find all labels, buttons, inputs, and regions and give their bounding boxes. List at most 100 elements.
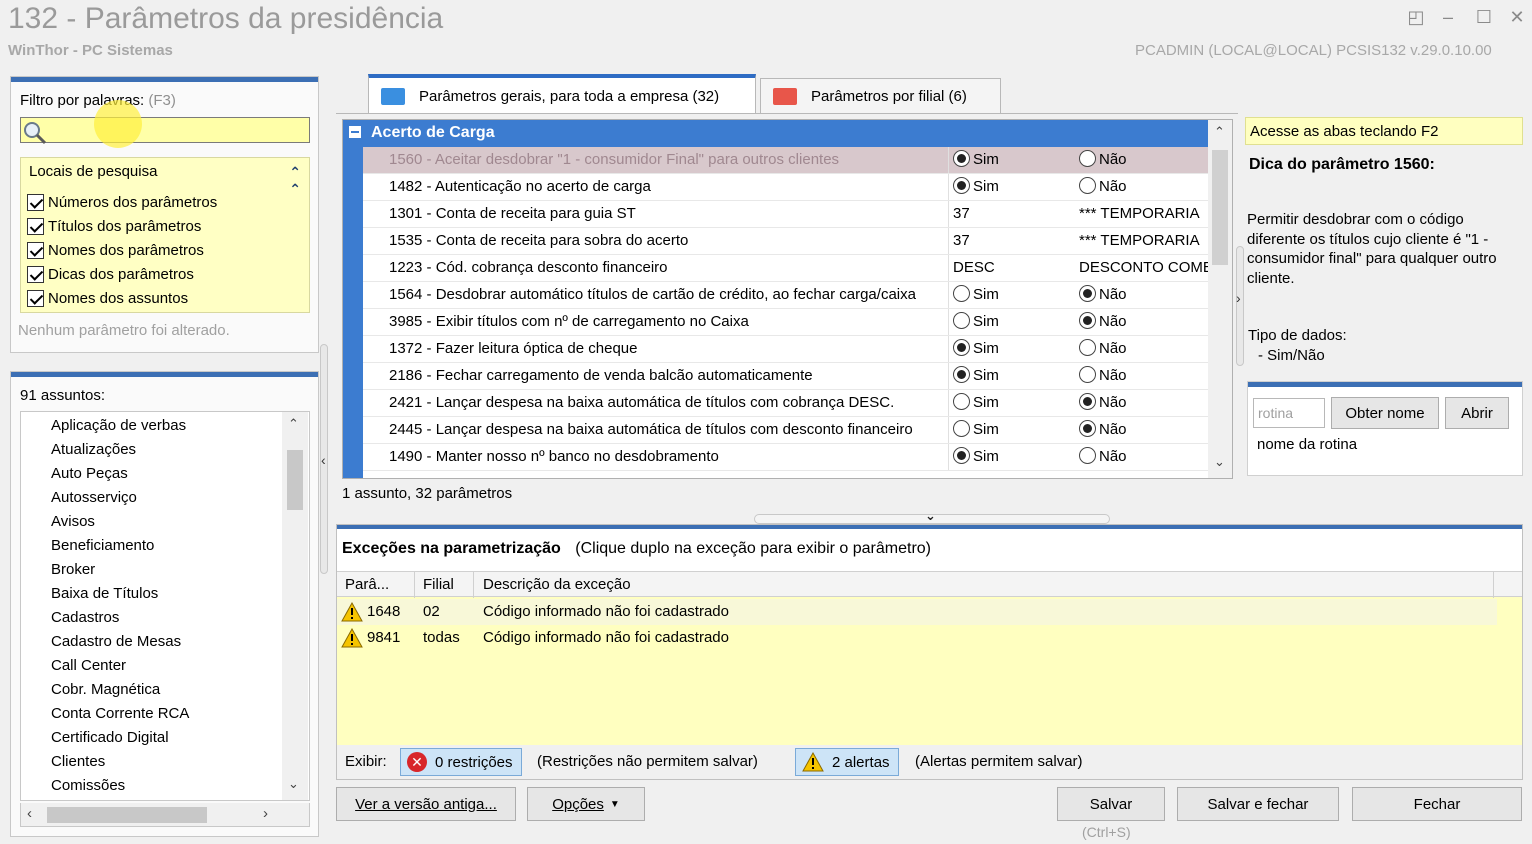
collapse-bottom-icon[interactable]: ⌄ [925, 508, 936, 524]
restrictions-toggle[interactable]: ✕ 0 restrições [400, 748, 522, 776]
radio-button[interactable] [1079, 285, 1096, 302]
yes-option[interactable]: Sim [948, 444, 1073, 470]
scrollbar-thumb[interactable] [287, 450, 303, 510]
column-header[interactable]: Filial [423, 576, 454, 593]
checkbox-checked-icon[interactable] [27, 265, 44, 283]
right-splitter[interactable] [1236, 246, 1244, 366]
yes-option[interactable]: Sim [948, 282, 1073, 308]
parameter-row[interactable]: 1564 - Desdobrar automático títulos de c… [363, 282, 1208, 309]
scroll-up-icon[interactable]: ⌃ [288, 416, 299, 432]
subjects-horizontal-scrollbar[interactable]: ‹ › [20, 803, 310, 827]
yes-option[interactable]: Sim [948, 390, 1073, 416]
radio-button[interactable] [953, 177, 970, 194]
subject-item[interactable]: Avisos [51, 510, 95, 534]
collapse-icon[interactable]: ⌃ ⌃ [289, 164, 301, 198]
parameter-code[interactable]: 37 [948, 228, 1073, 254]
radio-button[interactable] [1079, 177, 1096, 194]
radio-button[interactable] [953, 447, 970, 464]
radio-button[interactable] [953, 150, 970, 167]
checkbox-checked-icon[interactable] [27, 193, 44, 211]
save-and-close-button[interactable]: Salvar e fechar [1177, 787, 1339, 821]
subjects-vertical-scrollbar[interactable]: ⌃ ⌄ [282, 412, 308, 800]
subject-item[interactable]: Baixa de Títulos [51, 582, 158, 606]
collapse-right-icon[interactable]: › [1236, 290, 1241, 306]
no-option[interactable]: Não [1075, 147, 1208, 173]
radio-button[interactable] [1079, 393, 1096, 410]
radio-button[interactable] [953, 420, 970, 437]
scrollbar-thumb[interactable] [1212, 150, 1228, 265]
scroll-right-icon[interactable]: › [263, 805, 268, 822]
subject-item[interactable]: Atualizações [51, 438, 136, 462]
parameter-row[interactable]: 1301 - Conta de receita para guia ST 37··… [363, 201, 1208, 228]
parameter-row[interactable]: 1490 - Manter nosso nº banco no desdobra… [363, 444, 1208, 471]
group-header[interactable]: Acerto de Carga [343, 120, 1208, 147]
no-option[interactable]: Não [1075, 444, 1208, 470]
subjects-list[interactable]: Aplicação de verbas Atualizações Auto Pe… [20, 411, 310, 801]
column-divider[interactable] [1493, 572, 1494, 598]
subject-item[interactable]: Conta Corrente RCA [51, 702, 189, 726]
filter-input[interactable] [20, 117, 310, 143]
get-name-button[interactable]: Obter nome [1331, 397, 1439, 429]
radio-button[interactable] [1079, 447, 1096, 464]
yes-option[interactable]: Sim [948, 309, 1073, 335]
parameter-code[interactable]: DESC [948, 255, 1073, 281]
tab-general-params[interactable]: Parâmetros gerais, para toda a empresa (… [368, 74, 756, 114]
collapse-left-icon[interactable]: ‹ [321, 452, 326, 468]
radio-button[interactable] [953, 393, 970, 410]
save-button[interactable]: Salvar [1057, 787, 1165, 821]
subject-item[interactable]: Aplicação de verbas [51, 414, 186, 438]
radio-button[interactable] [953, 339, 970, 356]
checkbox-checked-icon[interactable] [27, 217, 44, 235]
radio-button[interactable] [1079, 420, 1096, 437]
scroll-down-icon[interactable]: ⌄ [288, 776, 299, 792]
column-divider[interactable] [473, 572, 474, 598]
routine-input[interactable] [1253, 398, 1325, 428]
minimize-icon[interactable]: – [1436, 6, 1460, 28]
subject-item[interactable]: Autosserviço [51, 486, 137, 510]
radio-button[interactable] [953, 285, 970, 302]
checkbox-checked-icon[interactable] [27, 289, 44, 307]
subject-item[interactable]: Comissões [51, 774, 125, 798]
subject-item[interactable]: Call Center [51, 654, 126, 678]
bottom-splitter[interactable]: ⌄ [754, 508, 1110, 524]
column-header[interactable]: Descrição da exceção [483, 576, 631, 593]
collapse-group-icon[interactable] [349, 126, 361, 138]
parameter-row[interactable]: 1372 - Fazer leitura óptica de cheque Sim… [363, 336, 1208, 363]
no-option[interactable]: Não [1075, 417, 1208, 443]
parameters-grid[interactable]: Acerto de Carga 1560 - Aceitar desdobrar… [342, 119, 1233, 479]
close-icon[interactable]: ✕ [1505, 6, 1529, 28]
yes-option[interactable]: Sim [948, 147, 1073, 173]
subject-item[interactable]: Cadastro de Mesas [51, 630, 181, 654]
location-checkbox[interactable]: Títulos dos parâmetros [27, 215, 201, 237]
exception-row[interactable]: 1648 02 Código informado não foi cadastr… [337, 599, 1497, 625]
radio-button[interactable] [1079, 366, 1096, 383]
no-option[interactable]: Não [1075, 174, 1208, 200]
parameter-row[interactable]: 1223 - Cód. cobrança desconto financeiro… [363, 255, 1208, 282]
old-version-button[interactable]: Ver a versão antiga... [336, 787, 516, 821]
parameter-row[interactable]: 1482 - Autenticação no acerto de carga Si… [363, 174, 1208, 201]
radio-button[interactable] [1079, 312, 1096, 329]
radio-button[interactable] [1079, 150, 1096, 167]
scrollbar-thumb[interactable] [47, 807, 207, 823]
exceptions-table[interactable]: Parâ... Filial Descrição da exceção 1648… [337, 571, 1522, 745]
scroll-up-icon[interactable]: ⌃ [1214, 124, 1225, 140]
no-option[interactable]: Não [1075, 390, 1208, 416]
radio-button[interactable] [953, 312, 970, 329]
subject-item[interactable]: Clientes [51, 750, 105, 774]
column-header[interactable]: Parâ... [345, 576, 389, 593]
subject-item[interactable]: Auto Peças [51, 462, 128, 486]
parameter-row[interactable]: 2445 - Lançar despesa na baixa automátic… [363, 417, 1208, 444]
no-option[interactable]: Não [1075, 309, 1208, 335]
no-option[interactable]: Não [1075, 282, 1208, 308]
subject-item[interactable]: Cobr. Magnética [51, 678, 160, 702]
subject-item[interactable]: Broker [51, 558, 95, 582]
subject-item[interactable]: Beneficiamento [51, 534, 154, 558]
parameter-row[interactable]: 1560 - Aceitar desdobrar "1 - consumidor… [363, 147, 1208, 174]
location-checkbox[interactable]: Nomes dos assuntos [27, 287, 188, 309]
no-option[interactable]: Não [1075, 336, 1208, 362]
parameter-row[interactable]: 2186 - Fechar carregamento de venda balc… [363, 363, 1208, 390]
scroll-down-icon[interactable]: ⌄ [1214, 454, 1225, 470]
radio-button[interactable] [1079, 339, 1096, 356]
grid-vertical-scrollbar[interactable]: ⌃ ⌄ [1208, 120, 1232, 478]
yes-option[interactable]: Sim [948, 336, 1073, 362]
